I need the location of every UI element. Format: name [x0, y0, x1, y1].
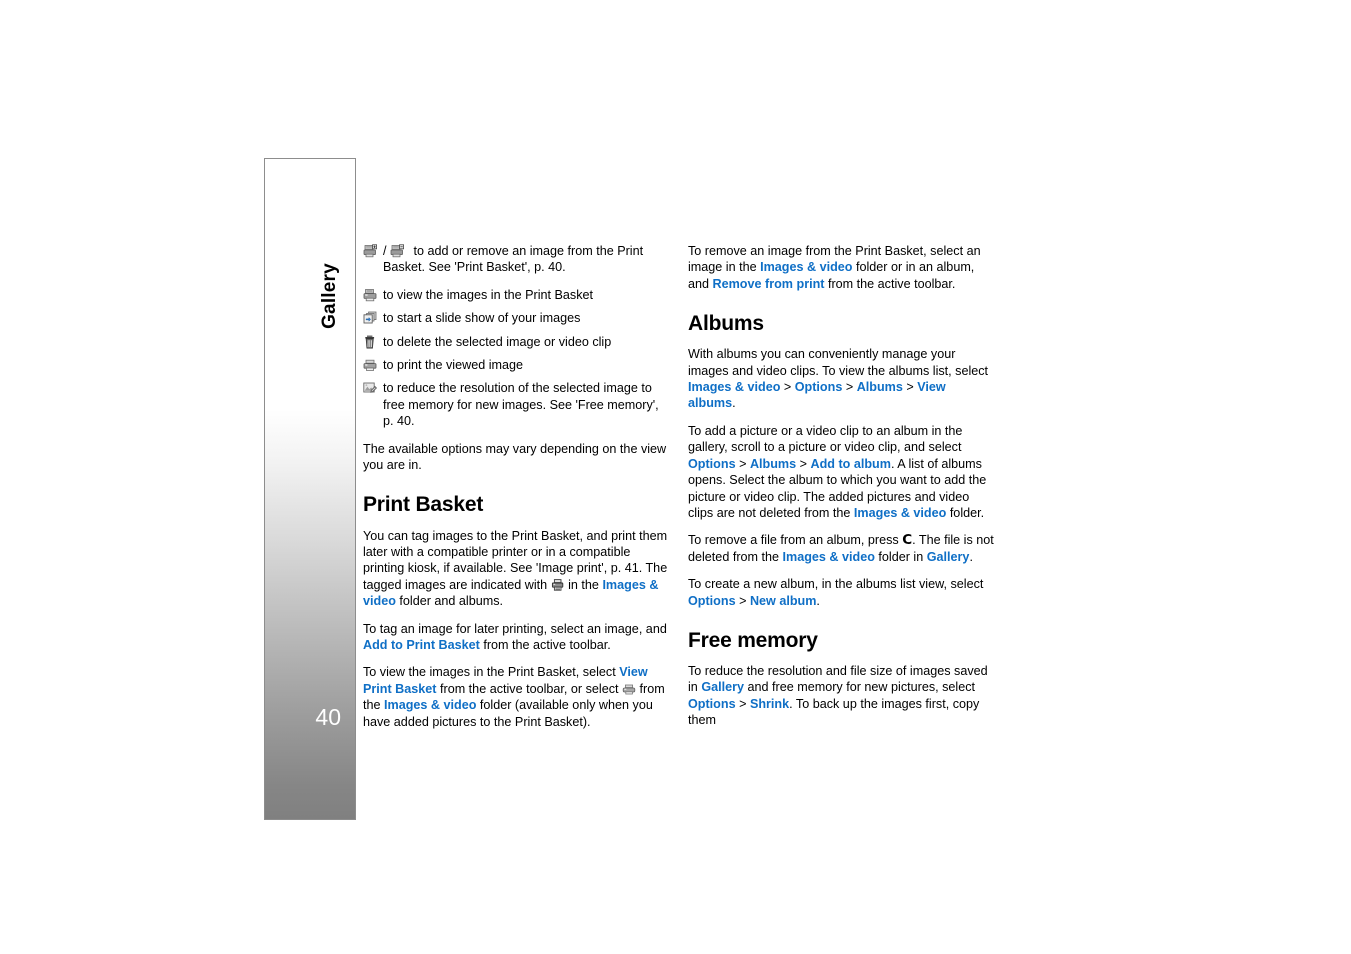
- remove-from-print-seg-3: from the active toolbar.: [827, 276, 956, 291]
- link-gallery-2[interactable]: Gallery: [701, 680, 744, 694]
- gt-separator-6: >: [739, 593, 747, 608]
- link-images-and-video-3[interactable]: Images & video: [760, 260, 852, 274]
- print-basket-add-remove-icon: [363, 244, 377, 258]
- remove-from-print-para: To remove an image from the Print Basket…: [688, 243, 996, 292]
- toolbar-icon-row-3-text: to start a slide show of your images: [383, 311, 581, 326]
- free-memory-heading: Free memory: [688, 628, 818, 652]
- albums-para-4-seg-1: To create a new album, in the albums lis…: [688, 577, 984, 592]
- link-shrink[interactable]: Shrink: [750, 697, 789, 711]
- toolbar-icon-row-5-text: to print the viewed image: [383, 358, 524, 373]
- print-basket-para-3-seg-1: To view the images in the Print Basket, …: [363, 665, 616, 680]
- toolbar-icon-row-2-text: to view the images in the Print Basket: [383, 287, 593, 302]
- toolbar-icon-row-6-text-b: memory for new images. See 'Free memory'…: [383, 397, 659, 429]
- view-print-basket-icon: [363, 288, 377, 302]
- gt-separator-4: >: [739, 456, 747, 471]
- link-images-and-video-2[interactable]: Images & video: [384, 698, 476, 712]
- link-options-1[interactable]: Options: [795, 380, 843, 394]
- slash-separator: /: [383, 244, 387, 258]
- view-print-basket-inline-icon: [622, 682, 636, 696]
- link-new-album[interactable]: New album: [750, 594, 816, 608]
- link-images-and-video-6[interactable]: Images & video: [783, 550, 875, 564]
- print-basket-para-1-seg-3: folder and albums.: [399, 594, 504, 609]
- albums-para-3-seg-4: .: [969, 549, 973, 564]
- albums-para-3: To remove a file from an album, press C.…: [688, 532, 996, 565]
- albums-para-2-seg-1: To add a picture or a video clip to an a…: [688, 423, 963, 455]
- link-remove-from-print[interactable]: Remove from print: [713, 277, 825, 291]
- toolbar-icon-row-print-basket-toggle: / to add or remove an image from the Pri…: [363, 243, 671, 276]
- toolbar-icon-row-delete: to delete the selected image or video cl…: [363, 334, 671, 350]
- link-options-4[interactable]: Options: [688, 697, 736, 711]
- right-column: To remove an image from the Print Basket…: [688, 243, 996, 740]
- albums-para-2-seg-3: folder.: [949, 505, 985, 520]
- free-memory-seg-2: and free memory for new pictures, select: [747, 680, 976, 695]
- toolbar-icon-row-6-text: to reduce the resolution of the selected…: [383, 380, 671, 429]
- gt-separator-2: >: [845, 380, 854, 395]
- toolbar-icon-row-shrink: to reduce the resolution of the selected…: [363, 380, 671, 429]
- print-basket-heading: Print Basket: [363, 493, 484, 517]
- toolbar-icon-row-1-text-b: See 'Print Basket', p. 40.: [428, 260, 566, 275]
- link-add-to-album[interactable]: Add to album: [810, 457, 890, 471]
- chapter-tab-label: Gallery: [319, 263, 341, 329]
- toolbar-icon-row-1-text: / to add or remove an image from the Pri…: [383, 243, 671, 276]
- print-basket-tag-icon: [551, 578, 565, 592]
- toolbar-icon-row-view-print-basket: to view the images in the Print Basket: [363, 287, 671, 303]
- print-icon: [363, 358, 377, 372]
- link-options-3[interactable]: Options: [688, 594, 736, 608]
- albums-para-3-seg-1: To remove a file from an album, press: [688, 533, 899, 548]
- toolbar-icon-row-print: to print the viewed image: [363, 357, 671, 373]
- delete-trash-icon: [363, 335, 377, 349]
- albums-para-3-seg-3: folder in: [878, 549, 924, 564]
- albums-para-4: To create a new album, in the albums lis…: [688, 576, 996, 609]
- clear-key-glyph: C: [902, 532, 913, 549]
- gt-separator-1: >: [783, 380, 792, 395]
- left-column: / to add or remove an image from the Pri…: [363, 243, 671, 741]
- link-images-and-video-4[interactable]: Images & video: [688, 380, 780, 394]
- link-add-to-print-basket[interactable]: Add to Print Basket: [363, 638, 480, 652]
- albums-para-2: To add a picture or a video clip to an a…: [688, 423, 996, 521]
- print-basket-para-1: You can tag images to the Print Basket, …: [363, 528, 671, 610]
- toolbar-icon-row-slide-show: to start a slide show of your images: [363, 310, 671, 326]
- link-albums-1[interactable]: Albums: [857, 380, 903, 394]
- print-basket-remove-icon: [390, 244, 404, 258]
- print-basket-para-2-seg-2: from the active toolbar.: [483, 637, 611, 652]
- link-gallery-1[interactable]: Gallery: [927, 550, 970, 564]
- albums-para-4-seg-2: .: [816, 593, 820, 608]
- print-basket-para-3-seg-2: from the active toolbar, or select: [440, 681, 619, 696]
- print-basket-para-3: To view the images in the Print Basket, …: [363, 664, 671, 730]
- chapter-tab: Gallery 40: [264, 158, 356, 820]
- toolbar-icon-row-4-text: to delete the selected image or video cl…: [383, 334, 612, 349]
- gt-separator-7: >: [739, 696, 747, 711]
- gt-separator-3: >: [906, 380, 914, 395]
- free-memory-para: To reduce the resolution and file size o…: [688, 663, 996, 729]
- chapter-tab-label-wrap: Gallery: [265, 159, 355, 559]
- link-options-2[interactable]: Options: [688, 457, 736, 471]
- page-number: 40: [315, 704, 341, 730]
- gt-separator-5: >: [799, 456, 807, 471]
- shrink-resolution-icon: [363, 381, 377, 395]
- albums-para-1-seg-1: With albums you can conveniently manage …: [688, 347, 989, 378]
- print-basket-para-2: To tag an image for later printing, sele…: [363, 621, 671, 654]
- albums-para-1: With albums you can conveniently manage …: [688, 346, 996, 412]
- albums-heading: Albums: [688, 312, 764, 336]
- print-basket-para-1-seg-2: in the: [568, 577, 599, 592]
- link-images-and-video-5[interactable]: Images & video: [854, 506, 946, 520]
- link-albums-2[interactable]: Albums: [750, 457, 796, 471]
- slide-show-icon: [363, 311, 377, 325]
- document-page: Gallery 40 / to add or remove an image f…: [0, 0, 1351, 954]
- options-vary-note: The available options may vary depending…: [363, 441, 667, 473]
- print-basket-para-2-seg-1: To tag an image for later printing, sele…: [363, 621, 667, 636]
- albums-para-1-end: .: [732, 396, 736, 411]
